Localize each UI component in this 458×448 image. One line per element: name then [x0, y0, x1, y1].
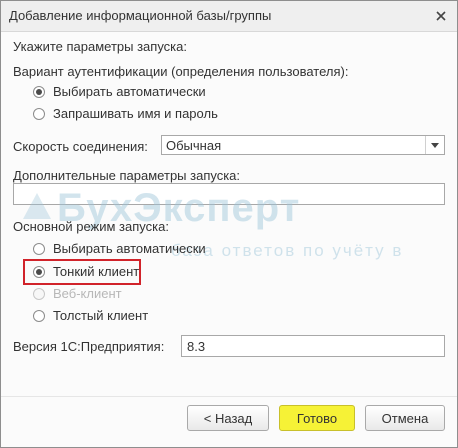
window-title: Добавление информационной базы/группы — [9, 8, 272, 23]
mode-auto-radio[interactable] — [33, 243, 45, 255]
mode-auto-label[interactable]: Выбирать автоматически — [53, 241, 206, 256]
speed-select[interactable]: Обычная — [161, 135, 445, 155]
mode-web-client-label: Веб-клиент — [53, 286, 122, 301]
mode-web-client-radio — [33, 288, 45, 300]
back-button[interactable]: < Назад — [187, 405, 269, 431]
version-input[interactable]: 8.3 — [181, 335, 445, 357]
mode-thin-client-radio[interactable] — [33, 266, 45, 278]
done-button[interactable]: Готово — [279, 405, 355, 431]
speed-value: Обычная — [166, 138, 222, 153]
mode-thick-client-label[interactable]: Толстый клиент — [53, 308, 148, 323]
extra-params-label: Дополнительные параметры запуска: — [13, 168, 241, 183]
version-value: 8.3 — [187, 339, 206, 354]
close-icon[interactable] — [433, 8, 449, 24]
mode-thin-client-label[interactable]: Тонкий клиент — [53, 264, 139, 279]
version-label: Версия 1С:Предприятия: — [13, 339, 165, 354]
auth-group-label: Вариант аутентификации (определения поль… — [13, 64, 349, 79]
auth-auto-radio[interactable] — [33, 86, 45, 98]
auth-password-radio[interactable] — [33, 108, 45, 120]
watermark-subtitle: база ответов по учёту в — [171, 241, 404, 260]
speed-label: Скорость соединения: — [13, 139, 148, 154]
prompt-label: Укажите параметры запуска: — [13, 39, 187, 54]
auth-auto-label[interactable]: Выбирать автоматически — [53, 84, 206, 99]
watermark-logo-icon — [23, 193, 51, 219]
mode-group-label: Основной режим запуска: — [13, 219, 169, 234]
dialog-window: Добавление информационной базы/группы Ук… — [0, 0, 458, 448]
title-bar: Добавление информационной базы/группы — [1, 1, 457, 32]
footer-divider — [1, 396, 457, 397]
mode-thick-client-radio[interactable] — [33, 310, 45, 322]
chevron-down-icon[interactable] — [425, 136, 444, 154]
auth-password-label[interactable]: Запрашивать имя и пароль — [53, 106, 218, 121]
cancel-button[interactable]: Отмена — [365, 405, 445, 431]
